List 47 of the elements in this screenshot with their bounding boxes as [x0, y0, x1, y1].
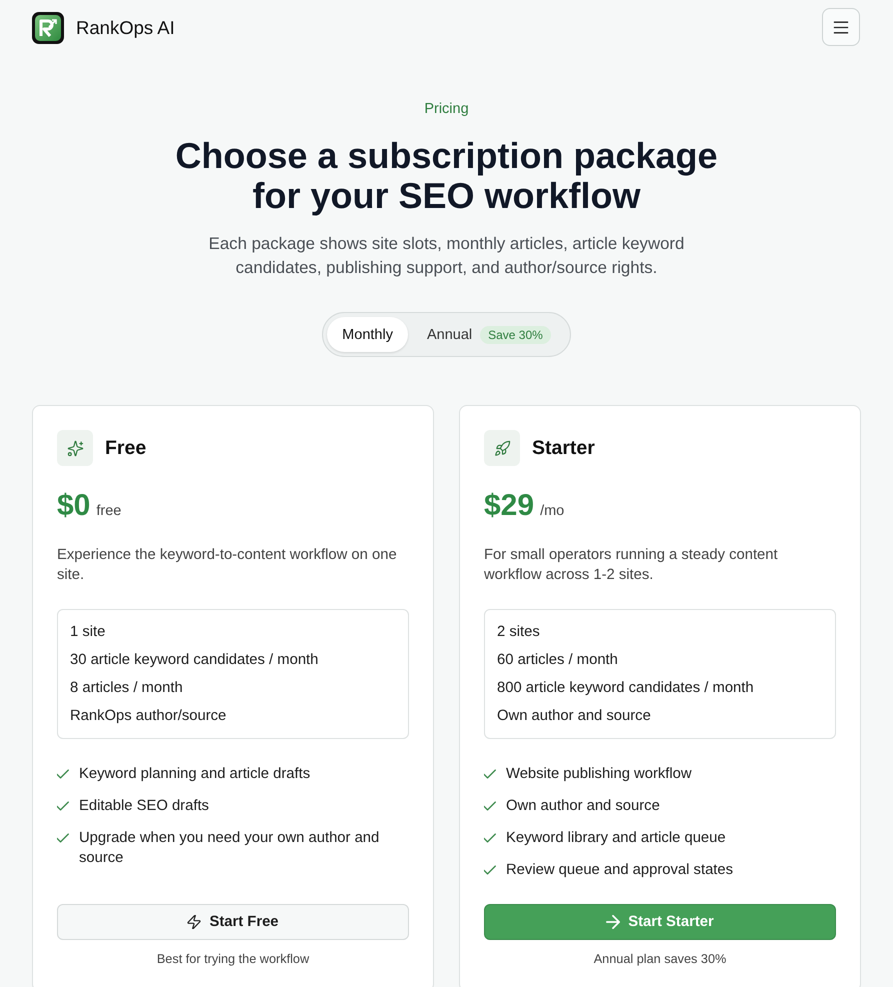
sparkle-icon	[57, 430, 93, 466]
feature-text: Website publishing workflow	[506, 765, 692, 784]
feature-text: Review queue and approval states	[506, 861, 734, 880]
plan-price: $0	[57, 488, 90, 524]
plan-button[interactable]: Start Free	[57, 904, 409, 940]
plan-name: Starter	[532, 436, 595, 460]
feature-text: Upgrade when you need your own author and source	[79, 829, 380, 868]
menu-icon	[833, 20, 849, 34]
billing-option[interactable]: Monthly	[327, 317, 408, 352]
check-icon	[484, 801, 496, 811]
page-heading: Choose a subscription package for your SEO workflow	[174, 136, 719, 216]
check-icon	[484, 833, 496, 843]
limit-text: 30 article keyword candidates / month	[70, 651, 320, 670]
brand-name: RankOps AI	[76, 17, 175, 39]
limit-text: 800 article keyword candidates / month	[497, 679, 755, 698]
limit-text: 2 sites	[497, 623, 541, 642]
rocket-icon	[484, 430, 520, 466]
plan-note: Annual plan saves 30%	[592, 951, 728, 967]
limit-text: RankOps author/source	[70, 707, 228, 726]
arrow-right-icon	[606, 915, 620, 929]
menu-button[interactable]	[822, 8, 860, 46]
bolt-icon	[187, 915, 202, 929]
discount-badge: Save 30%	[480, 326, 551, 344]
plan-note: Best for trying the workflow	[156, 951, 310, 967]
check-icon	[57, 769, 69, 779]
feature-text: Keyword library and article queue	[506, 829, 726, 848]
limit-text: 60 articles / month	[497, 651, 619, 670]
check-icon	[57, 801, 69, 811]
feature-text: Editable SEO drafts	[79, 797, 209, 816]
feature-text: Keyword planning and article drafts	[79, 765, 310, 784]
feature-text: Own author and source	[506, 797, 660, 816]
page-subtitle: Each package shows site slots, monthly articles, article keyword candidates, publishing support, and author/source rights.	[208, 233, 686, 279]
plan-description: Experience the keyword-to-content workflow on one site.	[57, 546, 398, 585]
check-icon	[57, 833, 69, 843]
check-icon	[484, 769, 496, 779]
limit-text: 8 articles / month	[70, 679, 184, 698]
price-period: /mo	[540, 503, 564, 519]
price-period: free	[96, 503, 122, 519]
plan-name: Free	[105, 436, 146, 460]
plan-price: $29	[484, 488, 534, 524]
logo-icon	[32, 12, 64, 44]
billing-option[interactable]: Annual Save 30%	[412, 317, 566, 352]
section-eyebrow: Pricing	[424, 100, 469, 119]
check-icon	[484, 865, 496, 875]
limit-text: 1 site	[70, 623, 106, 642]
limit-text: Own author and source	[497, 707, 652, 726]
plan-description: For small operators running a steady content workflow across 1-2 sites.	[484, 546, 779, 585]
